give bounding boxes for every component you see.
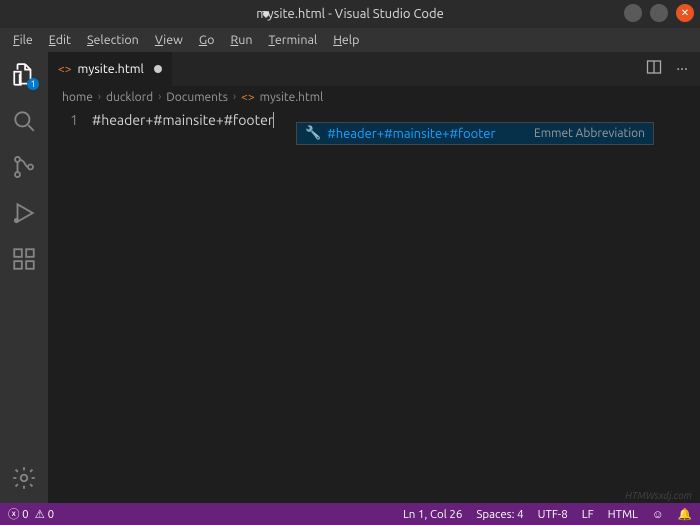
cursor-position[interactable]: Ln 1, Col 26 <box>403 508 462 521</box>
menubar: File Edit Selection View Go Run Terminal… <box>0 28 700 52</box>
code-line[interactable]: #header+#mainsite+#footer <box>92 108 700 503</box>
menu-edit[interactable]: Edit <box>42 31 78 49</box>
line-number: 1 <box>48 108 92 503</box>
indentation[interactable]: Spaces: 4 <box>476 508 523 521</box>
status-bar: ⓧ 0 ⚠ 0 Ln 1, Col 26 Spaces: 4 UTF-8 LF … <box>0 503 700 525</box>
settings-gear-icon[interactable] <box>11 465 37 491</box>
editor-area: <> mysite.html ··· home › ducklord › Doc… <box>48 52 700 503</box>
main-area: 1 <> mysite.html ··· <box>0 52 700 503</box>
tab-actions: ··· <box>646 52 700 86</box>
encoding[interactable]: UTF-8 <box>538 508 568 521</box>
breadcrumb-home[interactable]: home <box>62 91 93 104</box>
window-controls: – ▢ ✕ <box>624 4 694 22</box>
more-actions-icon[interactable]: ··· <box>676 60 688 78</box>
wrench-icon: 🔧 <box>305 126 321 141</box>
menu-selection[interactable]: Selection <box>80 31 146 49</box>
tab-label: mysite.html <box>78 62 144 76</box>
window-title: mysite.html - Visual Studio Code <box>256 7 444 21</box>
breadcrumb-folder[interactable]: Documents <box>166 91 228 104</box>
suggestion-kind: Emmet Abbreviation <box>534 127 645 140</box>
minimize-button[interactable]: – <box>624 4 642 22</box>
suggestion-widget[interactable]: 🔧 #header+#mainsite+#footer Emmet Abbrev… <box>296 122 654 145</box>
suggestion-text: #header+#mainsite+#footer <box>327 127 495 141</box>
code-editor[interactable]: 1 #header+#mainsite+#footer <box>48 108 700 503</box>
notifications-icon[interactable]: 🔔 <box>678 507 692 521</box>
split-editor-icon[interactable] <box>646 59 662 79</box>
chevron-right-icon: › <box>98 91 101 103</box>
run-debug-icon[interactable] <box>11 200 37 226</box>
suggestion-item[interactable]: 🔧 #header+#mainsite+#footer Emmet Abbrev… <box>297 123 653 144</box>
breadcrumbs[interactable]: home › ducklord › Documents › <> mysite.… <box>48 86 700 108</box>
language-mode[interactable]: HTML <box>608 508 638 521</box>
chevron-right-icon: › <box>233 91 236 103</box>
source-control-icon[interactable] <box>11 154 37 180</box>
menu-run[interactable]: Run <box>223 31 259 49</box>
close-button[interactable]: ✕ <box>676 4 694 22</box>
activity-bar: 1 <box>0 52 48 503</box>
explorer-icon[interactable]: 1 <box>11 62 37 88</box>
tabs: <> mysite.html ··· <box>48 52 700 86</box>
menu-go[interactable]: Go <box>192 31 222 49</box>
eol[interactable]: LF <box>582 508 594 521</box>
menu-terminal[interactable]: Terminal <box>262 31 325 49</box>
explorer-badge: 1 <box>27 78 39 90</box>
tab-modified-dot-icon <box>154 65 162 73</box>
maximize-button[interactable]: ▢ <box>650 4 668 22</box>
feedback-icon[interactable]: ☺ <box>652 508 664 521</box>
breadcrumb-file[interactable]: mysite.html <box>260 91 324 104</box>
search-icon[interactable] <box>11 108 37 134</box>
chevron-right-icon: › <box>158 91 161 103</box>
modified-indicator-icon <box>263 11 269 17</box>
html-file-icon: <> <box>58 63 72 76</box>
breadcrumb-user[interactable]: ducklord <box>106 91 153 104</box>
errors-icon[interactable]: ⓧ 0 <box>8 506 29 522</box>
html-file-icon: <> <box>241 91 255 104</box>
text-cursor-icon <box>273 112 274 128</box>
titlebar: mysite.html - Visual Studio Code – ▢ ✕ <box>0 0 700 28</box>
menu-file[interactable]: File <box>6 31 40 49</box>
tab-mysite[interactable]: <> mysite.html <box>48 52 172 86</box>
extensions-icon[interactable] <box>11 246 37 272</box>
menu-view[interactable]: View <box>148 31 190 49</box>
warnings-icon[interactable]: ⚠ 0 <box>35 507 54 521</box>
watermark: HTMWsxdj.com <box>625 490 692 501</box>
menu-help[interactable]: Help <box>326 31 366 49</box>
